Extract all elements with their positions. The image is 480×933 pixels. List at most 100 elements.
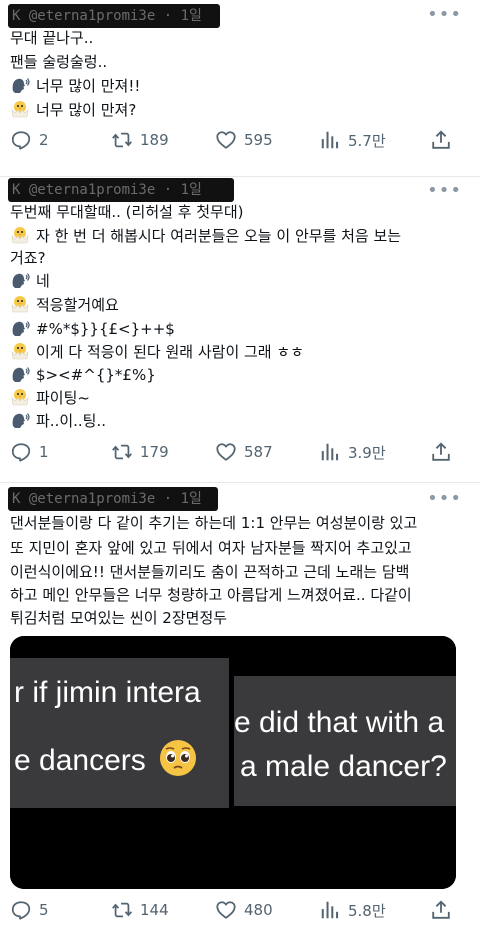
- redacted-handle: K @eterna1promi3e · 1일: [8, 178, 234, 202]
- tweet-text: 네: [36, 272, 50, 290]
- handle-text: K @eterna1promi3e · 1일: [12, 182, 202, 198]
- views-icon: [319, 129, 341, 151]
- action-bar: 5 144 480 5.8만: [0, 896, 480, 924]
- views-icon: [319, 899, 341, 921]
- tweet-3[interactable]: K @eterna1promi3e · 1일 ••• 댄서분들이랑 다 같이 추…: [0, 482, 480, 933]
- retweet-count: 189: [140, 131, 169, 149]
- more-icon[interactable]: •••: [427, 182, 462, 200]
- tweet-text: 자 한 번 더 해봅시다 여러분들은 오늘 이 안무를 처음 보는: [36, 227, 402, 245]
- retweet-icon: [111, 129, 133, 151]
- retweet-icon: [111, 441, 133, 463]
- action-bar: 1 179 587 3.9만: [0, 438, 480, 466]
- more-icon[interactable]: •••: [427, 6, 462, 24]
- tweet-text: 파이팅~: [36, 389, 90, 407]
- share-icon: [430, 129, 452, 151]
- speaking-head-emoji: [10, 319, 30, 337]
- tweet-text: $><#^{}*£%}: [36, 366, 156, 384]
- more-icon[interactable]: •••: [427, 490, 462, 508]
- pleading-face-emoji: [158, 738, 198, 778]
- media-grid[interactable]: r if jimin intera e dancers e did that w…: [10, 636, 456, 889]
- like-button[interactable]: 587: [215, 438, 273, 466]
- retweet-button[interactable]: 179: [111, 438, 169, 466]
- redacted-handle: K @eterna1promi3e · 1일: [8, 487, 218, 511]
- views-button[interactable]: 3.9만: [319, 438, 386, 466]
- views-button[interactable]: 5.7만: [319, 126, 386, 154]
- media-image-right[interactable]: e did that with a a male dancer?: [234, 636, 456, 889]
- screenshot-band: [234, 676, 456, 806]
- retweet-button[interactable]: 144: [111, 896, 169, 924]
- redacted-handle: K @eterna1promi3e · 1일: [8, 4, 220, 28]
- tweet-text-line: 튀김처럼 모여있는 씬이 2장면정두: [10, 609, 228, 627]
- tweet-text-line: 이런식이에요!! 댄서분들끼리도 춤이 끈적하고 근데 노래는 담백: [10, 563, 410, 581]
- like-count: 587: [244, 443, 273, 461]
- tweet-text-line: 자 한 번 더 해봅시다 여러분들은 오늘 이 안무를 처음 보는: [10, 225, 401, 247]
- reply-count: 5: [39, 901, 49, 919]
- like-count: 595: [244, 131, 273, 149]
- image-caption: a male dancer?: [240, 750, 447, 783]
- tweet-text: 너무 많이 만져?: [36, 101, 137, 119]
- image-caption: e did that with a: [234, 706, 445, 739]
- tweet-2[interactable]: K @eterna1promi3e · 1일 ••• 두번째 무대할때.. (리…: [0, 176, 480, 482]
- tweet-text-line: 네: [10, 270, 50, 292]
- heart-icon: [215, 441, 237, 463]
- hatching-chick-emoji: [10, 388, 30, 406]
- retweet-count: 144: [140, 901, 169, 919]
- tweet-text-line: 두번째 무대할때.. (리허설 후 첫무대): [10, 203, 244, 221]
- tweet-text-line: 팬들 술렁술렁..: [10, 53, 108, 71]
- share-button[interactable]: [430, 126, 459, 154]
- media-image-left[interactable]: r if jimin intera e dancers: [10, 636, 229, 889]
- image-caption-text: e dancers: [14, 744, 146, 777]
- tweet-text-line: 댄서분들이랑 다 같이 추기는 하는데 1:1 안무는 여성분이랑 있고: [10, 514, 418, 532]
- tweet-text: 적응할거예요: [36, 296, 119, 314]
- tweet-text-line: 거죠?: [10, 249, 46, 267]
- reply-button[interactable]: 5: [10, 896, 49, 924]
- views-button[interactable]: 5.8만: [319, 896, 386, 924]
- reply-button[interactable]: 2: [10, 126, 49, 154]
- heart-icon: [215, 899, 237, 921]
- tweet-text-line: 파이팅~: [10, 387, 90, 409]
- views-count: 3.9만: [348, 443, 386, 462]
- retweet-icon: [111, 899, 133, 921]
- image-caption: e dancers: [14, 738, 198, 778]
- retweet-button[interactable]: 189: [111, 126, 169, 154]
- tweet-text-line: 파..이..팅..: [10, 410, 106, 432]
- share-button[interactable]: [430, 896, 459, 924]
- tweet-text-line: 하고 메인 안무들은 너무 청량하고 아름답게 느껴졌어료.. 다같이: [10, 586, 412, 604]
- tweet-text: 이게 다 적응이 된다 원래 사람이 그래 ㅎㅎ: [36, 343, 304, 361]
- like-button[interactable]: 480: [215, 896, 273, 924]
- image-caption: r if jimin intera: [14, 676, 201, 709]
- views-icon: [319, 441, 341, 463]
- tweet-text: #%*$}}{£<}++$: [36, 320, 175, 338]
- views-count: 5.7만: [348, 131, 386, 150]
- hatching-chick-emoji: [10, 100, 30, 118]
- reply-button[interactable]: 1: [10, 438, 49, 466]
- hatching-chick-emoji: [10, 342, 30, 360]
- action-bar: 2 189 595 5.7만: [0, 126, 480, 154]
- reply-count: 1: [39, 443, 49, 461]
- share-icon: [430, 441, 452, 463]
- tweet-text: 파..이..팅..: [36, 412, 107, 430]
- tweet-text-line: 너무 많이 만져!!: [10, 75, 140, 97]
- share-button[interactable]: [430, 438, 459, 466]
- tweet-text-line: 너무 많이 만져?: [10, 99, 136, 121]
- retweet-count: 179: [140, 443, 169, 461]
- tweet-text-line: #%*$}}{£<}++$: [10, 318, 175, 340]
- tweet-text-line: $><#^{}*£%}: [10, 364, 156, 386]
- tweet-text-line: 또 지민이 혼자 앞에 있고 뒤에서 여자 남자분들 짝지어 추고있고: [10, 539, 412, 557]
- tweet-text-line: 적응할거예요: [10, 294, 119, 316]
- reply-icon: [10, 129, 32, 151]
- speaking-head-emoji: [10, 271, 30, 289]
- tweet-1[interactable]: K @eterna1promi3e · 1일 ••• 무대 끝나구.. 팬들 술…: [0, 0, 480, 176]
- hatching-chick-emoji: [10, 226, 30, 244]
- reply-icon: [10, 441, 32, 463]
- handle-text: K @eterna1promi3e · 1일: [12, 491, 202, 507]
- speaking-head-emoji: [10, 76, 30, 94]
- hatching-chick-emoji: [10, 295, 30, 313]
- tweet-text-line: 이게 다 적응이 된다 원래 사람이 그래 ㅎㅎ: [10, 341, 304, 363]
- speaking-head-emoji: [10, 365, 30, 383]
- reply-icon: [10, 899, 32, 921]
- heart-icon: [215, 129, 237, 151]
- like-button[interactable]: 595: [215, 126, 273, 154]
- views-count: 5.8만: [348, 901, 386, 920]
- reply-count: 2: [39, 131, 49, 149]
